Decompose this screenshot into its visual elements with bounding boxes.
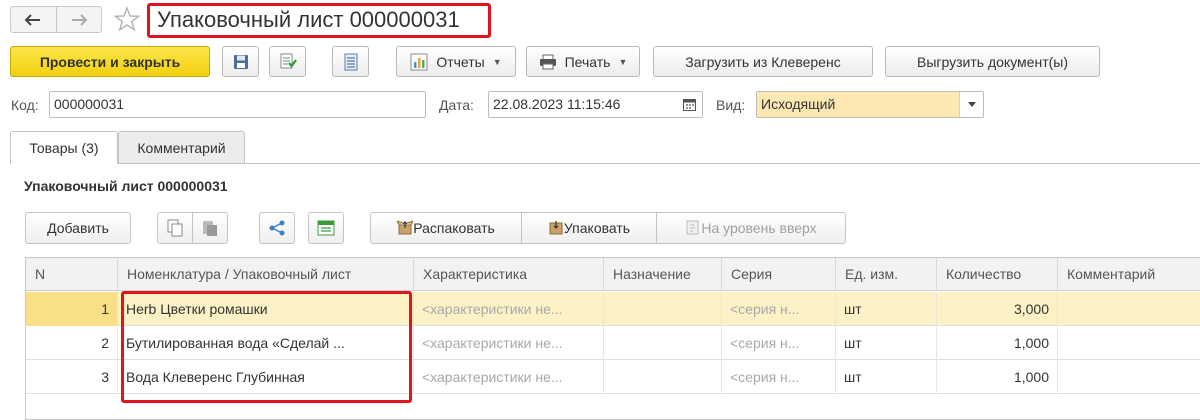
paste-icon <box>203 221 217 236</box>
code-field[interactable]: 000000031 <box>49 91 426 118</box>
column-header-quantity[interactable]: Количество <box>937 258 1058 291</box>
post-button[interactable] <box>269 46 306 77</box>
column-header-n[interactable]: N <box>26 258 118 291</box>
load-from-cleverence-button[interactable]: Загрузить из Клеверенс <box>653 46 873 77</box>
pack-button[interactable]: Упаковать <box>521 212 657 244</box>
kind-label: Вид: <box>716 97 746 113</box>
dropdown-caret-icon: ▼ <box>492 56 502 67</box>
export-documents-button[interactable]: Выгрузить документ(ы) <box>885 46 1100 77</box>
calendar-icon[interactable] <box>677 92 702 117</box>
arrow-right-icon <box>71 13 87 26</box>
items-highlight-box <box>121 291 412 403</box>
print-label: Печать <box>564 53 611 70</box>
paste-button[interactable] <box>192 212 228 244</box>
structure-button[interactable] <box>332 46 369 77</box>
level-up-label: На уровень вверх <box>701 220 817 236</box>
column-header-item[interactable]: Номенклатура / Упаковочный лист <box>118 258 414 291</box>
reports-label: Отчеты <box>436 53 485 70</box>
code-label: Код: <box>11 97 39 113</box>
level-up-button[interactable]: На уровень вверх <box>656 212 846 244</box>
date-label: Дата: <box>439 97 474 113</box>
forward-button[interactable] <box>55 7 102 32</box>
chevron-down-icon[interactable] <box>959 92 983 117</box>
open-box-icon <box>396 219 415 238</box>
column-header-unit[interactable]: Ед. изм. <box>836 258 937 291</box>
cell-purpose[interactable] <box>604 326 722 360</box>
list-icon <box>344 53 357 70</box>
cell-unit[interactable]: шт <box>836 360 937 394</box>
save-button[interactable] <box>222 46 259 77</box>
tab-comment[interactable]: Комментарий <box>118 131 245 163</box>
cell-n[interactable]: 2 <box>26 326 118 360</box>
date-field[interactable]: 22.08.2023 11:15:46 <box>488 91 703 118</box>
navigation-buttons <box>10 6 102 33</box>
copy-button[interactable] <box>157 212 193 244</box>
column-header-characteristic[interactable]: Характеристика <box>414 258 604 291</box>
post-and-close-button[interactable]: Провести и закрыть <box>10 46 210 77</box>
kind-select[interactable]: Исходящий <box>756 91 984 118</box>
cell-n[interactable]: 1 <box>26 292 118 326</box>
tree-button[interactable] <box>259 212 295 244</box>
page-title: Упаковочный лист 000000031 <box>157 7 460 32</box>
arrow-left-icon <box>25 13 41 26</box>
cell-series[interactable]: <серия н... <box>722 326 836 360</box>
cell-comment[interactable] <box>1058 292 1200 326</box>
cell-characteristic[interactable]: <характеристики не... <box>414 360 604 394</box>
copy-icon <box>167 219 183 237</box>
unpack-button[interactable]: Распаковать <box>370 212 522 244</box>
column-header-series[interactable]: Серия <box>722 258 836 291</box>
kind-value: Исходящий <box>761 96 836 112</box>
printer-icon <box>539 54 557 70</box>
cell-n[interactable]: 3 <box>26 360 118 394</box>
tab-goods[interactable]: Товары (3) <box>10 131 118 164</box>
reports-button[interactable]: Отчеты ▼ <box>396 46 516 77</box>
cell-comment[interactable] <box>1058 360 1200 394</box>
cell-comment[interactable] <box>1058 326 1200 360</box>
dropdown-caret-icon: ▼ <box>618 56 628 67</box>
report-icon <box>410 53 428 71</box>
post-document-icon <box>280 53 297 68</box>
star-icon[interactable] <box>113 5 141 32</box>
date-value: 22.08.2023 11:15:46 <box>493 96 621 112</box>
cell-unit[interactable]: шт <box>836 292 937 326</box>
cell-quantity[interactable]: 1,000 <box>937 360 1058 394</box>
add-button[interactable]: Добавить <box>25 212 131 244</box>
cell-series[interactable]: <серия н... <box>722 360 836 394</box>
cell-quantity[interactable]: 1,000 <box>937 326 1058 360</box>
level-up-icon <box>685 219 701 238</box>
cell-purpose[interactable] <box>604 360 722 394</box>
table-fill-icon <box>317 220 335 236</box>
print-button[interactable]: Печать ▼ <box>526 46 640 77</box>
unpack-label: Распаковать <box>413 220 495 236</box>
section-title: Упаковочный лист 000000031 <box>24 178 228 194</box>
back-button[interactable] <box>11 7 56 32</box>
box-icon <box>548 219 564 238</box>
cell-characteristic[interactable]: <характеристики не... <box>414 292 604 326</box>
hierarchy-icon <box>269 220 285 236</box>
cell-purpose[interactable] <box>604 292 722 326</box>
cell-unit[interactable]: шт <box>836 326 937 360</box>
column-header-purpose[interactable]: Назначение <box>604 258 722 291</box>
column-header-comment[interactable]: Комментарий <box>1058 258 1200 291</box>
floppy-disk-icon <box>233 54 248 69</box>
pack-label: Упаковать <box>563 220 631 236</box>
table-header: N Номенклатура / Упаковочный лист Характ… <box>26 258 1200 291</box>
fill-button[interactable] <box>308 212 344 244</box>
cell-quantity[interactable]: 3,000 <box>937 292 1058 326</box>
cell-series[interactable]: <серия н... <box>722 292 836 326</box>
cell-characteristic[interactable]: <характеристики не... <box>414 326 604 360</box>
tabs-divider <box>10 163 1200 164</box>
